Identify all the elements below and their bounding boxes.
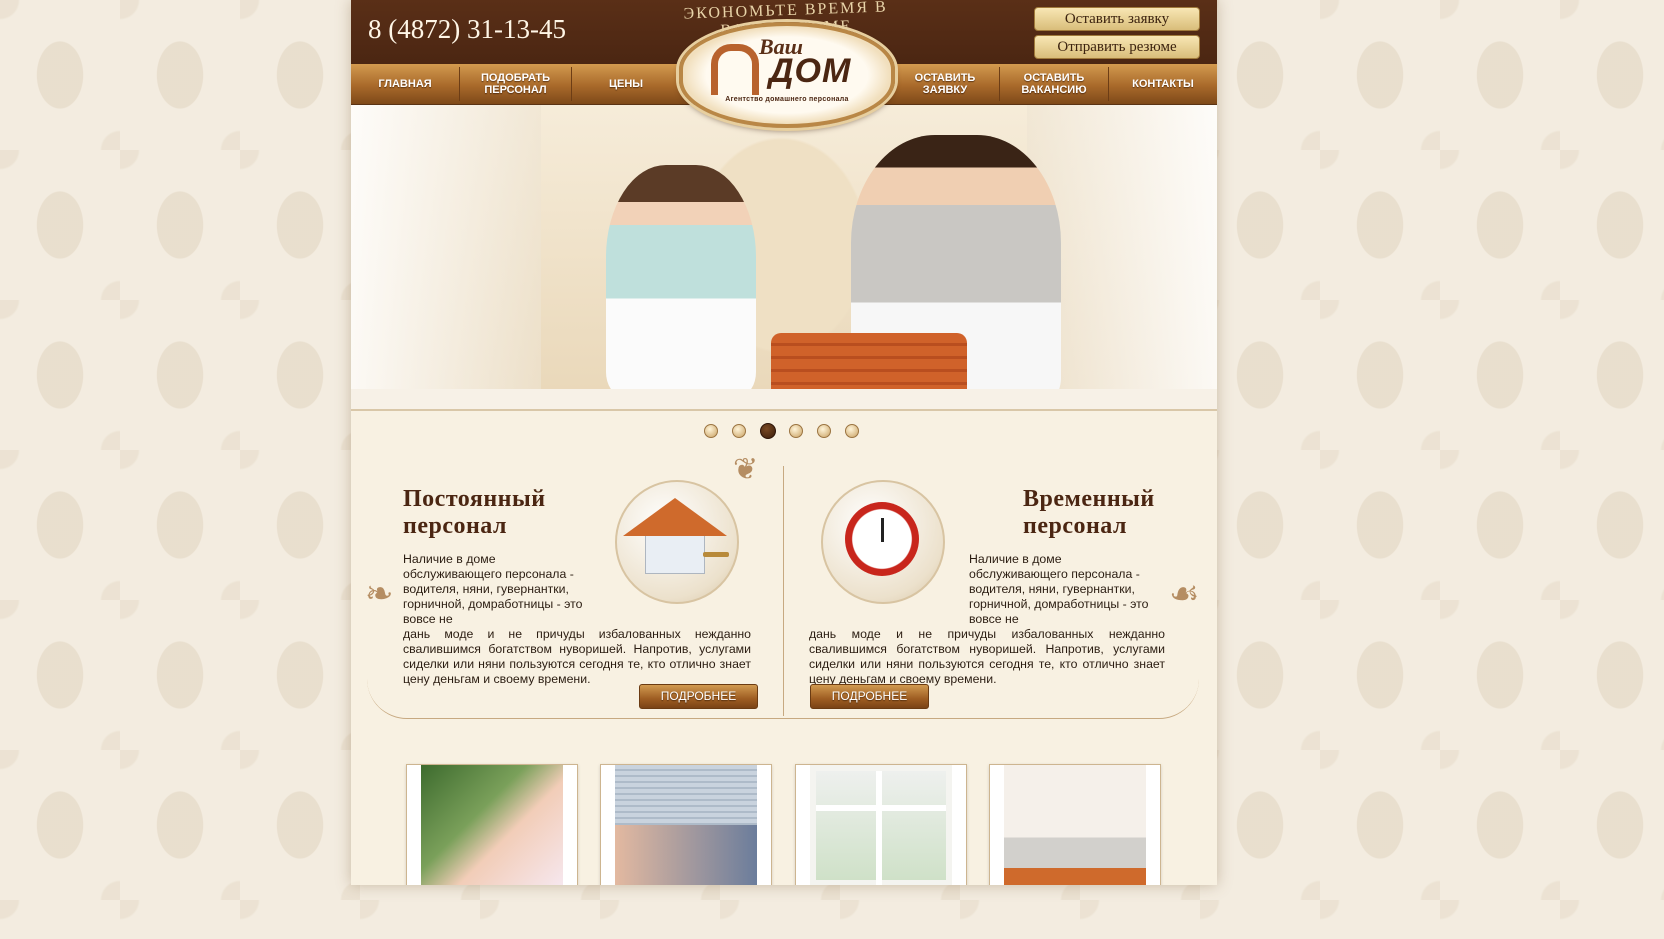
phone-number: 8 (4872) 31-13-45 [368, 14, 566, 44]
slider-dot-active[interactable] [760, 423, 776, 439]
housemaid-photo-card[interactable] [989, 764, 1161, 885]
nav-item-leave-request[interactable]: Оставить заявку [891, 64, 999, 104]
nav-item-prices[interactable]: Цены [572, 64, 680, 104]
slider-dot[interactable] [789, 424, 803, 438]
housemaid-photo [1004, 765, 1146, 885]
logo-text-line2: ДОМ [769, 52, 852, 90]
caregiver-photo-card[interactable] [600, 764, 772, 885]
permanent-staff-description: Наличие в доме обслуживающего персонала … [403, 552, 751, 686]
horseshoe-icon [711, 44, 759, 95]
nanny-photo-card[interactable] [406, 764, 578, 885]
logo-subtitle: Агентство домашнего персонала [725, 96, 849, 103]
slider-dot[interactable] [704, 424, 718, 438]
slider-dot[interactable] [732, 424, 746, 438]
temporary-staff-more-button[interactable]: Подробнее [810, 684, 929, 709]
flourish-top-icon: ❦ [733, 452, 759, 487]
slider-dot[interactable] [817, 424, 831, 438]
temporary-staff-description: Наличие в доме обслуживающего персонала … [809, 552, 1165, 686]
maid-figure-left [606, 165, 756, 395]
cleaner-photo [810, 765, 952, 885]
nav-item-leave-vacancy[interactable]: Оставить вакансию [1000, 64, 1108, 104]
caregiver-photo [615, 765, 757, 885]
send-resume-button[interactable]: Отправить резюме [1034, 35, 1200, 59]
nav-item-find-staff[interactable]: Подобрать персонал [460, 64, 571, 104]
services-divider [783, 466, 784, 716]
nav-item-contacts[interactable]: Контакты [1109, 64, 1217, 104]
permanent-staff-title: Постоянный персонал [403, 486, 546, 539]
nav-item-home[interactable]: Главная [351, 64, 459, 104]
cleaner-photo-card[interactable] [795, 764, 967, 885]
nanny-photo [421, 765, 563, 885]
leave-request-button[interactable]: Оставить заявку [1034, 7, 1200, 31]
site-logo[interactable]: Ваш ДОМ Агентство домашнего персонала [679, 22, 895, 128]
hero-banner-image [351, 105, 1217, 411]
flourish-left-icon: ❧ [365, 574, 394, 614]
slider-dot[interactable] [845, 424, 859, 438]
permanent-staff-more-button[interactable]: Подробнее [639, 684, 758, 709]
bedsheet [351, 389, 1217, 409]
temporary-staff-title: Временный персонал [1023, 486, 1155, 539]
page-container: 8 (4872) 31-13-45 Экономьте время в ваше… [351, 0, 1217, 885]
curtain-left [351, 105, 541, 405]
flourish-right-icon: ☙ [1169, 574, 1200, 614]
